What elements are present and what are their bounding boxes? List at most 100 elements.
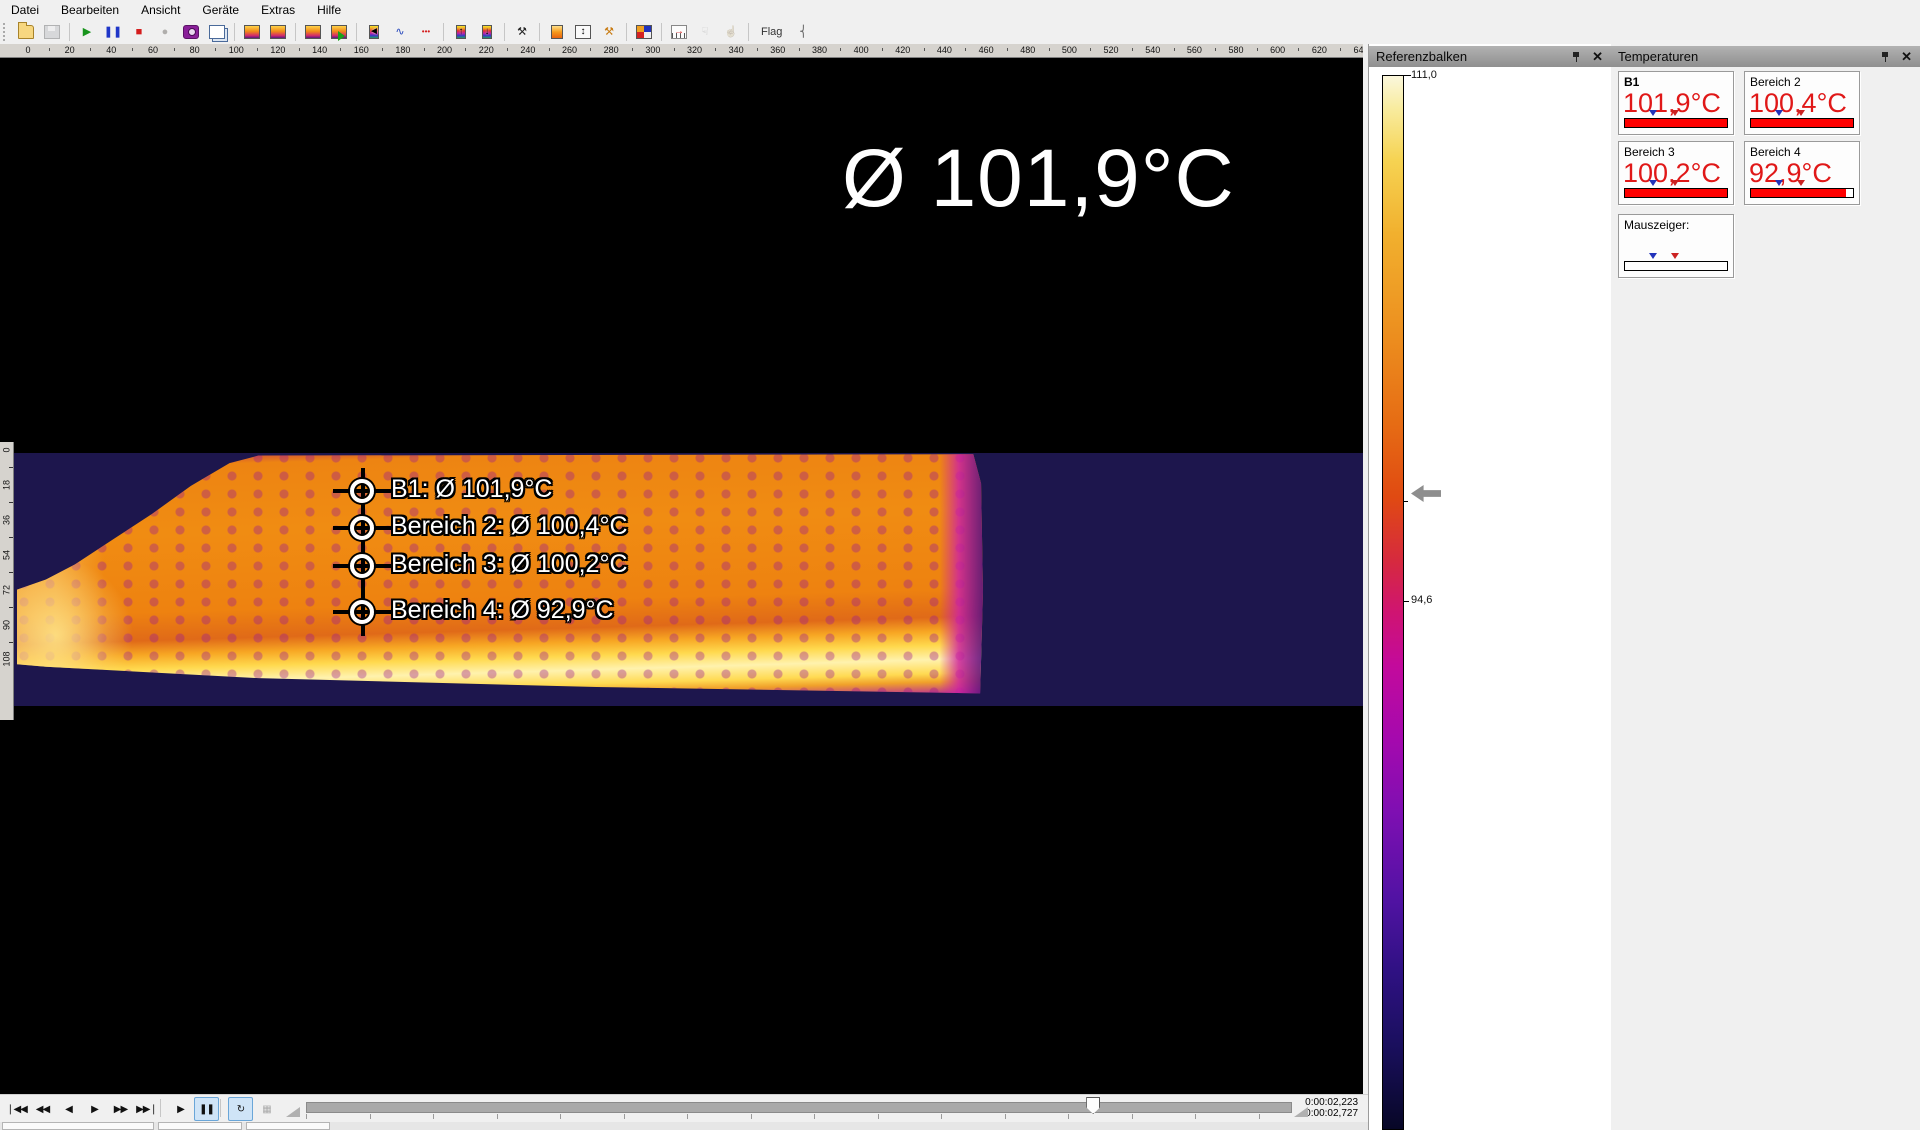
measure-area-marker[interactable]	[350, 600, 374, 624]
snapshot-camera-icon[interactable]	[179, 21, 203, 43]
open-file-icon[interactable]	[14, 21, 38, 43]
palette-up-icon[interactable]: ↑	[449, 21, 473, 43]
high-alarm-marker-icon[interactable]	[1671, 180, 1679, 190]
thermal-image-copy-icon[interactable]	[266, 21, 290, 43]
measure-ruler-icon[interactable]: →	[667, 21, 691, 43]
pin-icon[interactable]	[1880, 51, 1891, 62]
ruler-label: 640	[1353, 45, 1363, 55]
palette-down-icon[interactable]: ↓	[475, 21, 499, 43]
high-alarm-marker-icon[interactable]	[1671, 253, 1679, 263]
ruler-minor-tick	[965, 48, 966, 51]
play-icon[interactable]: ▶	[75, 21, 99, 43]
temperaturen-title-bar[interactable]: Temperaturen ✕	[1611, 46, 1920, 67]
toolbar-separator	[234, 23, 235, 41]
reference-color-scale[interactable]	[1382, 75, 1404, 1130]
quad-view-icon[interactable]	[632, 21, 656, 43]
menu-item-extras[interactable]: Extras	[250, 2, 306, 18]
low-alarm-marker-icon[interactable]	[1775, 180, 1783, 190]
ruler-label: 320	[687, 45, 702, 55]
pause-icon[interactable]: ❚❚	[101, 21, 125, 43]
temperature-bar-fill	[1625, 189, 1727, 197]
palette-pick-icon[interactable]: ◄	[362, 21, 386, 43]
playback-time-total: 0:00:02,727	[1305, 1108, 1358, 1119]
ruler-minor-tick	[1090, 48, 1091, 51]
color-setup-tools-icon[interactable]: ⚒	[597, 21, 621, 43]
high-alarm-marker-icon[interactable]	[1671, 110, 1679, 120]
pause-button[interactable]: ❚❚	[194, 1097, 219, 1121]
timeline-slider[interactable]	[306, 1102, 1292, 1113]
toolbar-grip[interactable]	[3, 23, 10, 41]
slider-tick	[1259, 1114, 1260, 1119]
brace-icon[interactable]: ⎨	[791, 21, 815, 43]
ruler-label: 220	[479, 45, 494, 55]
ruler-minor-tick	[9, 642, 13, 643]
profile-curves-icon[interactable]: ∿	[388, 21, 412, 43]
thermal-image-export-icon[interactable]	[327, 21, 351, 43]
thermal-scan-band	[14, 453, 1363, 706]
pin-icon[interactable]	[1571, 51, 1582, 62]
menu-item-ansicht[interactable]: Ansicht	[130, 2, 191, 18]
panel-referenzbalken: Referenzbalken ✕ 111,0 94,6	[1368, 44, 1612, 1130]
average-temperature-readout: Ø 101,9°C	[842, 132, 1235, 226]
ruler-label: 380	[812, 45, 827, 55]
go-first-button[interactable]: ❘◀◀	[4, 1097, 29, 1121]
ruler-minor-tick	[924, 48, 925, 51]
record-icon[interactable]: ●	[153, 21, 177, 43]
copy-icon[interactable]	[205, 21, 229, 43]
ruler-label: 18	[2, 479, 12, 492]
application-window: DateiBearbeitenAnsichtGeräteExtrasHilfe …	[0, 0, 1920, 1130]
thermal-image-red-icon[interactable]	[301, 21, 325, 43]
slider-tick	[370, 1114, 371, 1119]
fast-forward-button[interactable]: ▶▶	[108, 1097, 133, 1121]
low-alarm-marker-icon[interactable]	[1649, 180, 1657, 190]
high-alarm-marker-icon[interactable]	[1797, 110, 1805, 120]
step-forward-button[interactable]: ▶	[82, 1097, 107, 1121]
device-setup-tools-icon[interactable]: ⚒	[510, 21, 534, 43]
measure-area-marker[interactable]	[350, 516, 374, 540]
ruler-minor-tick	[132, 48, 133, 51]
temperature-cell-bereich3[interactable]: Bereich 3100,2°C	[1618, 141, 1734, 205]
close-icon[interactable]: ✕	[1592, 51, 1603, 62]
low-alarm-marker-icon[interactable]	[1649, 110, 1657, 120]
step-back-button[interactable]: ◀	[56, 1097, 81, 1121]
scale-mid-value: 94,6	[1411, 594, 1432, 606]
ruler-minor-tick	[174, 48, 175, 51]
menu-item-datei[interactable]: Datei	[0, 2, 50, 18]
go-last-button[interactable]: ▶▶❘	[134, 1097, 159, 1121]
temperature-cell-bereich2[interactable]: Bereich 2100,4°C	[1744, 71, 1860, 135]
slider-tick	[941, 1114, 942, 1119]
low-alarm-marker-icon[interactable]	[1775, 110, 1783, 120]
ruler-minor-tick	[882, 48, 883, 51]
thermal-image-canvas[interactable]: 01836547290108 Ø 101,9°C B1: Ø 101,9°CBe…	[0, 58, 1363, 1094]
loop-button[interactable]: ↻	[228, 1097, 253, 1121]
menu-item-geräte[interactable]: Geräte	[191, 2, 250, 18]
temperature-cell-bereich4[interactable]: Bereich 492,9°C	[1744, 141, 1860, 205]
toolbar: ▶❚❚■●◄∿•••↑↓⚒↕⚒→☟☝Flag⎨	[0, 19, 1920, 45]
temperature-cell-mauszeiger[interactable]: Mauszeiger:	[1618, 214, 1734, 278]
ruler-label: 60	[148, 45, 158, 55]
temperature-range-icon[interactable]: ↕	[571, 21, 595, 43]
flag-button[interactable]: Flag	[754, 21, 789, 43]
close-icon[interactable]: ✕	[1901, 51, 1912, 62]
ruler-label: 120	[270, 45, 285, 55]
stop-icon[interactable]: ■	[127, 21, 151, 43]
low-alarm-marker-icon[interactable]	[1649, 253, 1657, 263]
toolbar-separator	[443, 23, 444, 41]
slider-tick	[751, 1114, 752, 1119]
menu-item-hilfe[interactable]: Hilfe	[306, 2, 352, 18]
play-button[interactable]: ▶	[168, 1097, 193, 1121]
thermal-image-settings-icon[interactable]	[240, 21, 264, 43]
referenzbalken-title-bar[interactable]: Referenzbalken ✕	[1369, 46, 1611, 67]
measure-area-marker[interactable]	[350, 554, 374, 578]
toolbar-separator	[504, 23, 505, 41]
ruler-label: 180	[395, 45, 410, 55]
temperature-cell-b1[interactable]: B1101,9°C	[1618, 71, 1734, 135]
slider-ramp-icon	[286, 1107, 300, 1117]
scale-tick-max	[1403, 75, 1411, 76]
isotherm-dots-icon[interactable]: •••	[414, 21, 438, 43]
rewind-button[interactable]: ◀◀	[30, 1097, 55, 1121]
menu-item-bearbeiten[interactable]: Bearbeiten	[50, 2, 130, 18]
temperature-gradient-icon[interactable]	[545, 21, 569, 43]
measure-area-marker[interactable]	[350, 479, 374, 503]
high-alarm-marker-icon[interactable]	[1797, 180, 1805, 190]
